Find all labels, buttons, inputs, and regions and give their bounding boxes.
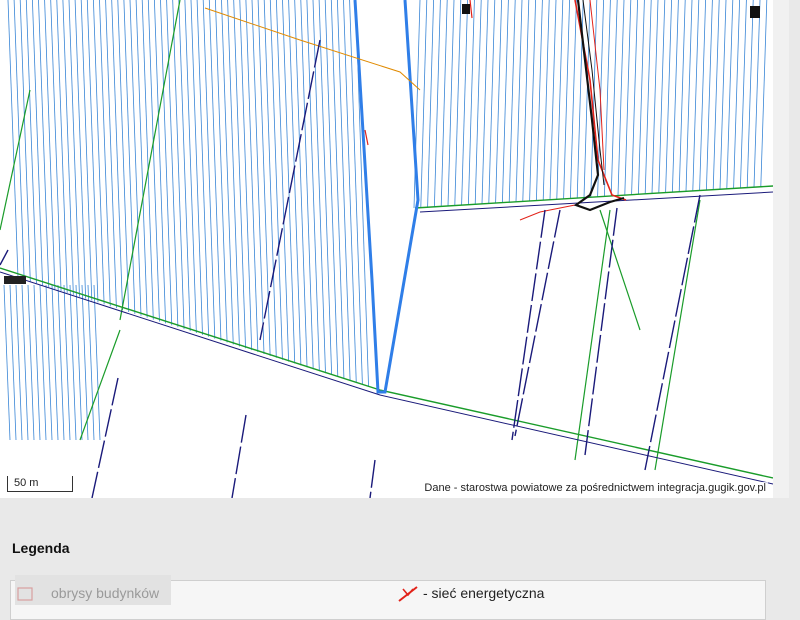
- legend-title: Legenda: [12, 540, 70, 556]
- legend-label-energy: - sieć energetyczna: [423, 585, 545, 601]
- map-viewport[interactable]: 50 m Dane - starostwa powiatowe za pośre…: [0, 0, 773, 498]
- legend-panel: obrysy budynków - sieć energetyczna: [10, 575, 766, 620]
- energy-network-icon: [398, 586, 418, 603]
- road-dashes: [0, 39, 701, 498]
- scale-bar: 50 m: [7, 476, 73, 492]
- selected-parcel[interactable]: [353, 0, 420, 394]
- building-outline-icon: [17, 587, 33, 601]
- scale-label: 50 m: [14, 477, 39, 489]
- road-band: [0, 185, 773, 485]
- legend-label-buildings: obrysy budynków: [51, 585, 160, 601]
- legend-item-buildings: obrysy budynków: [15, 575, 171, 605]
- map-canvas[interactable]: [0, 0, 773, 498]
- parcel-lines: [0, 0, 768, 471]
- map-attribution: Dane - starostwa powiatowe za pośrednict…: [422, 482, 768, 494]
- legend-item-energy: - sieć energetyczna: [397, 585, 544, 603]
- vertical-scrollbar[interactable]: [773, 0, 789, 498]
